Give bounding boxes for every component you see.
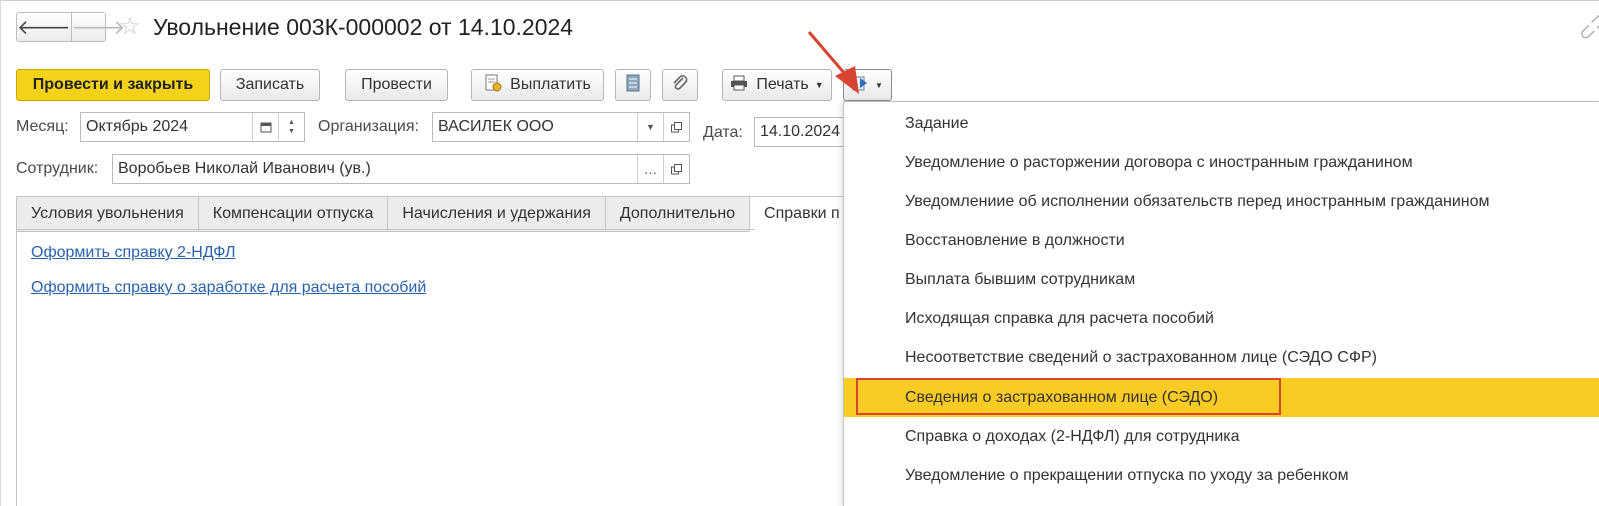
chevron-down-icon: ▼ — [875, 80, 883, 90]
tab-accruals-deductions[interactable]: Начисления и удержания — [387, 196, 605, 232]
month-stepper[interactable]: ▲ ▼ — [278, 113, 304, 141]
create-based-on-menu: Задание Уведомление о расторжении догово… — [843, 101, 1599, 506]
menu-item-obligations-notice[interactable]: Уведомлениие об исполнении обязательств … — [844, 182, 1599, 221]
organization-field[interactable]: ВАСИЛЕК ООО ▼ — [432, 112, 690, 142]
post-button[interactable]: Провести — [345, 69, 448, 101]
forward-button[interactable]: 🡒 — [70, 13, 126, 41]
post-label: Провести — [361, 76, 432, 93]
tab-body-top-border — [16, 229, 755, 230]
menu-item-childcare-leave-termination[interactable]: Уведомление о прекращении отпуска по ухо… — [844, 456, 1599, 495]
menu-item-former-employee-payment[interactable]: Выплата бывшим сотрудникам — [844, 260, 1599, 299]
report-button[interactable] — [615, 69, 651, 101]
employee-value: Воробьев Николай Иванович (ув.) — [118, 160, 371, 177]
menu-item-income-certificate[interactable]: Справка о доходах (2-НДФЛ) для сотрудник… — [844, 417, 1599, 456]
tab-certificates[interactable]: Справки п — [749, 196, 855, 232]
date-value: 14.10.2024 — [760, 123, 841, 140]
tab-vacation-compensation[interactable]: Компенсации отпуска — [197, 196, 388, 232]
employee-label: Сотрудник: — [16, 160, 99, 177]
save-label: Записать — [235, 76, 305, 93]
print-label: Печать — [756, 76, 809, 93]
post-and-close-label: Провести и закрыть — [32, 76, 194, 93]
date-label: Дата: — [703, 124, 743, 141]
save-button[interactable]: Записать — [220, 69, 320, 101]
date-field[interactable]: 14.10.2024 — [754, 117, 849, 147]
organization-label: Организация: — [318, 118, 419, 135]
organization-value: ВАСИЛЕК ООО — [438, 118, 554, 135]
link-form-earnings-certificate[interactable]: Оформить справку о заработке для расчета… — [31, 279, 426, 297]
page-title: Увольнение 003К-000002 от 14.10.2024 — [153, 14, 574, 40]
report-list-icon — [625, 74, 641, 97]
open-icon[interactable] — [663, 113, 689, 141]
payment-document-icon — [484, 74, 502, 97]
chevron-up-icon: ▲ — [288, 119, 295, 126]
paperclip-icon — [671, 74, 689, 97]
menu-item-contract-termination-notice[interactable]: Уведомление о расторжении договора с ино… — [844, 143, 1599, 182]
star-icon[interactable]: ☆ — [119, 14, 141, 40]
window-left-border — [0, 0, 1, 506]
calendar-icon[interactable] — [252, 113, 278, 141]
menu-item-task[interactable]: Задание — [844, 104, 1599, 143]
month-field[interactable]: Октябрь 2024 ▲ ▼ — [80, 112, 305, 142]
post-and-close-button[interactable]: Провести и закрыть — [16, 69, 210, 101]
attach-button[interactable] — [662, 69, 698, 101]
arrow-left-icon: 🡐 — [17, 16, 71, 39]
tab-bar: Условия увольнения Компенсации отпуска Н… — [16, 196, 855, 232]
annotation-highlight-box — [856, 378, 1281, 415]
window-top-border — [0, 0, 1599, 1]
menu-item-reinstatement[interactable]: Восстановление в должности — [844, 221, 1599, 260]
link-icon[interactable]: ⊂⊃ — [1572, 6, 1599, 47]
tab-body-left-border — [16, 229, 17, 506]
month-label: Месяц: — [16, 118, 69, 135]
chevron-down-icon[interactable]: ▼ — [637, 113, 663, 141]
open-icon[interactable] — [663, 155, 689, 183]
back-button[interactable]: 🡐 — [17, 13, 71, 41]
link-form-2ndfl[interactable]: Оформить справку 2-НДФЛ — [31, 244, 235, 262]
arrow-right-icon: 🡒 — [71, 16, 126, 39]
chevron-down-icon: ▼ — [288, 128, 295, 135]
select-ellipsis-button[interactable]: … — [637, 155, 663, 183]
tab-additional[interactable]: Дополнительно — [604, 196, 750, 232]
tab-dismissal-conditions[interactable]: Условия увольнения — [16, 196, 198, 232]
navigation-buttons: 🡐 🡒 — [16, 12, 125, 42]
month-value: Октябрь 2024 — [86, 118, 189, 135]
menu-item-insured-data-mismatch[interactable]: Несоответствие сведений о застрахованном… — [844, 338, 1599, 377]
annotation-arrow — [807, 31, 859, 94]
pay-button[interactable]: Выплатить — [471, 69, 604, 101]
tab-underline-gap — [755, 229, 845, 230]
pay-label: Выплатить — [510, 76, 591, 93]
printer-icon — [730, 75, 748, 96]
menu-item-outgoing-benefit-certificate[interactable]: Исходящая справка для расчета пособий — [844, 299, 1599, 338]
employee-field[interactable]: Воробьев Николай Иванович (ув.) … — [112, 154, 690, 184]
